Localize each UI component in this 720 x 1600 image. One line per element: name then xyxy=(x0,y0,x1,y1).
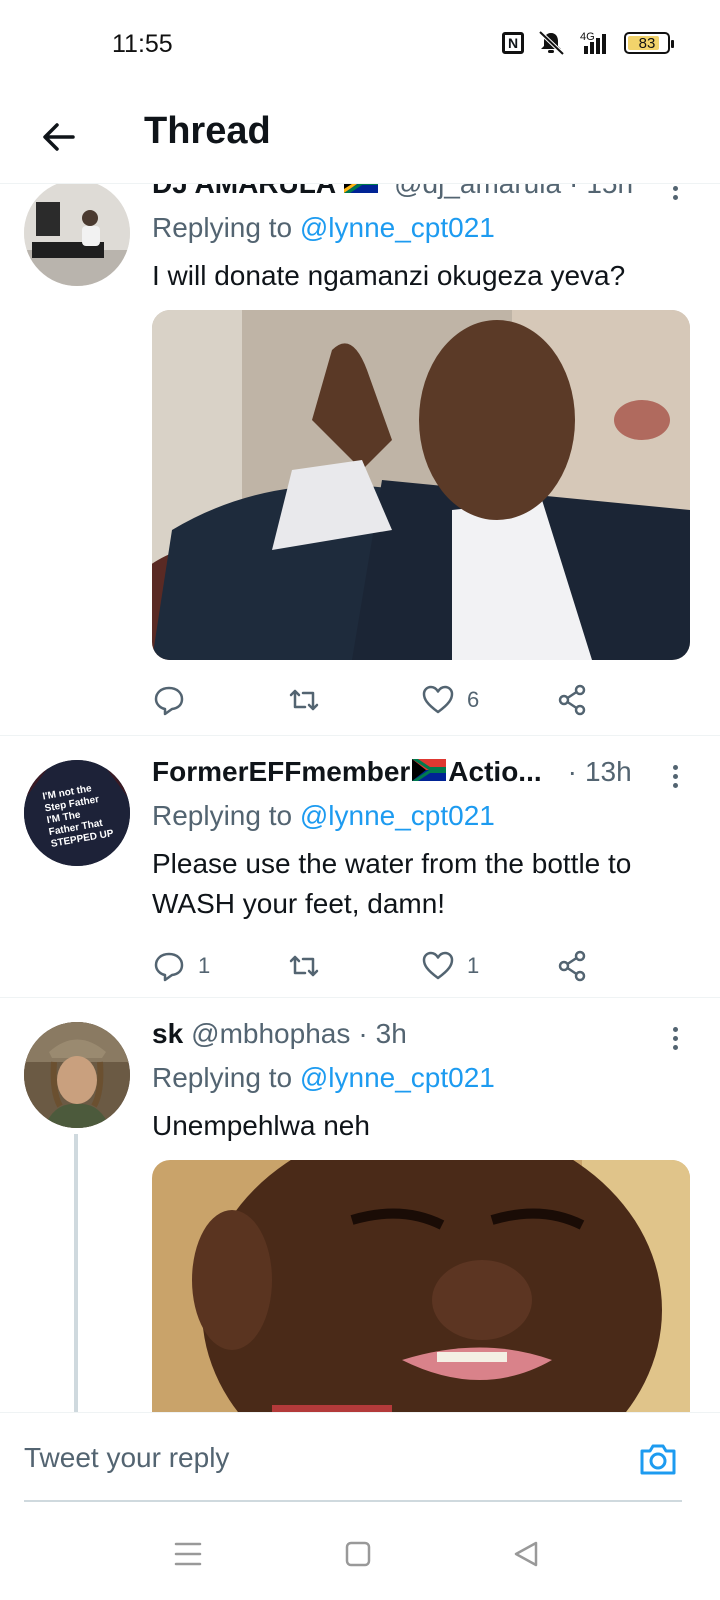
like-button[interactable]: 6 xyxy=(421,683,556,717)
reply-button[interactable]: 1 xyxy=(152,949,287,983)
dj-avatar-image xyxy=(24,184,130,286)
replying-prefix: Replying to xyxy=(152,800,293,831)
tweet-media[interactable] xyxy=(152,310,690,660)
retweet-icon xyxy=(289,689,318,711)
battery-tip xyxy=(671,40,674,48)
retweet-button[interactable] xyxy=(287,683,422,717)
tweet-media[interactable] xyxy=(152,1160,690,1412)
south-africa-flag-icon xyxy=(344,184,379,193)
status-time: 11:55 xyxy=(112,30,173,58)
thread-feed[interactable]: DJ AMARULA @dj_amarula · 15h Replying t xyxy=(0,184,720,1412)
camera-icon xyxy=(640,1444,676,1475)
share-button[interactable] xyxy=(556,683,691,717)
separator-dot: · xyxy=(569,184,578,200)
nfc-icon: N xyxy=(502,32,524,54)
mute-icon xyxy=(538,30,565,56)
network-label: 4G xyxy=(580,31,595,43)
replying-to: Replying to @lynne_cpt021 xyxy=(152,1062,690,1102)
home-button[interactable] xyxy=(338,1534,378,1574)
status-icons: N 4G 83 xyxy=(502,30,674,56)
separator-dot: · xyxy=(358,1018,368,1049)
tweet[interactable]: DJ AMARULA @dj_amarula · 15h Replying t xyxy=(0,184,720,736)
more-options-button[interactable] xyxy=(660,1018,690,1058)
display-name[interactable]: DJ AMARULA xyxy=(152,184,336,200)
display-name[interactable]: sk xyxy=(152,1018,183,1050)
man-pointing-photo xyxy=(152,310,690,660)
reply-icon xyxy=(154,952,184,982)
thread-line xyxy=(74,1134,78,1412)
south-africa-flag-icon xyxy=(412,759,447,781)
heart-icon xyxy=(422,951,454,980)
display-name-suffix[interactable]: Actio... xyxy=(448,756,541,788)
reply-composer xyxy=(0,1412,720,1504)
like-button[interactable]: 1 xyxy=(421,949,556,983)
share-button[interactable] xyxy=(556,949,691,983)
tweet[interactable]: I'M not the Step Father I'M The Father T… xyxy=(0,736,720,998)
share-icon xyxy=(558,684,585,716)
camera-button[interactable] xyxy=(636,1437,680,1481)
thread-header: Thread xyxy=(0,92,720,184)
tweet-text: I will donate ngamanzi okugeza yeva? xyxy=(152,260,626,291)
tweet-body: FormerEFFmember Actio... · 13h Replying … xyxy=(152,756,690,988)
share-icon xyxy=(558,950,585,982)
like-count: 1 xyxy=(467,953,480,978)
handle[interactable]: @mbhophas xyxy=(191,1018,350,1050)
avatar[interactable] xyxy=(24,184,130,286)
retweet-button[interactable] xyxy=(287,949,422,983)
tweet-time: 3h xyxy=(375,1018,407,1049)
reply-icon xyxy=(154,686,184,716)
more-options-button[interactable] xyxy=(660,184,690,208)
avatar[interactable] xyxy=(24,1022,130,1128)
tweet-time: 13h xyxy=(584,756,632,787)
tweet-actions: 6 xyxy=(152,678,690,722)
tweet-text: Please use the water from the bottle to … xyxy=(152,848,632,919)
tweet-text: Unempehlwa neh xyxy=(152,1110,370,1141)
heart-icon xyxy=(422,685,454,714)
replying-prefix: Replying to xyxy=(152,212,293,243)
replying-to-link[interactable]: @lynne_cpt021 xyxy=(300,212,495,243)
reply-input[interactable] xyxy=(24,1437,584,1479)
replying-to: Replying to @lynne_cpt021 xyxy=(152,212,690,252)
tweet-header: FormerEFFmember Actio... · 13h xyxy=(152,756,690,796)
battery-indicator: 83 xyxy=(624,32,674,54)
separator-dot: · xyxy=(567,756,577,787)
signal-icon: 4G xyxy=(580,31,606,54)
avatar[interactable]: I'M not the Step Father I'M The Father T… xyxy=(24,760,130,866)
system-back-button[interactable] xyxy=(506,1534,546,1574)
tweet-header: sk @mbhophas · 3h xyxy=(152,1018,690,1058)
replying-to-link[interactable]: @lynne_cpt021 xyxy=(300,1062,495,1093)
tweet-body: DJ AMARULA @dj_amarula · 15h Replying t xyxy=(152,184,690,722)
handle[interactable]: @dj_amarula xyxy=(394,184,561,200)
laughing-child-photo xyxy=(152,1160,690,1412)
tweet-header: DJ AMARULA @dj_amarula · 15h xyxy=(152,184,690,208)
menu-button[interactable] xyxy=(168,1534,208,1574)
more-options-button[interactable] xyxy=(660,756,690,796)
menu-icon xyxy=(174,1542,202,1566)
home-square-icon xyxy=(345,1541,371,1567)
display-name[interactable]: FormerEFFmember xyxy=(152,756,410,788)
system-nav-bar xyxy=(0,1504,720,1600)
tweet-body: sk @mbhophas · 3h Replying to @lynne_cpt… xyxy=(152,1018,690,1412)
composer-divider xyxy=(24,1500,682,1502)
replying-prefix: Replying to xyxy=(152,1062,293,1093)
like-count: 6 xyxy=(467,687,480,712)
avatar-text-image: I'M not the Step Father I'M The Father T… xyxy=(24,760,130,866)
reply-count: 1 xyxy=(198,953,211,978)
man-in-hat-avatar-image xyxy=(24,1022,130,1128)
retweet-icon xyxy=(289,955,318,977)
page-title: Thread xyxy=(144,110,271,152)
tweet-actions: 1 1 xyxy=(152,944,690,988)
tweet-time: 15h xyxy=(586,184,633,200)
reply-button[interactable] xyxy=(152,683,287,717)
tweet[interactable]: sk @mbhophas · 3h Replying to @lynne_cpt… xyxy=(0,998,720,1412)
status-bar: 11:55 N 4G 83 xyxy=(0,0,720,92)
replying-to: Replying to @lynne_cpt021 xyxy=(152,800,690,840)
triangle-back-icon xyxy=(514,1541,538,1567)
back-button[interactable] xyxy=(34,112,84,162)
arrow-left-icon xyxy=(43,123,75,151)
battery-level: 83 xyxy=(638,34,656,52)
replying-to-link[interactable]: @lynne_cpt021 xyxy=(300,800,495,831)
